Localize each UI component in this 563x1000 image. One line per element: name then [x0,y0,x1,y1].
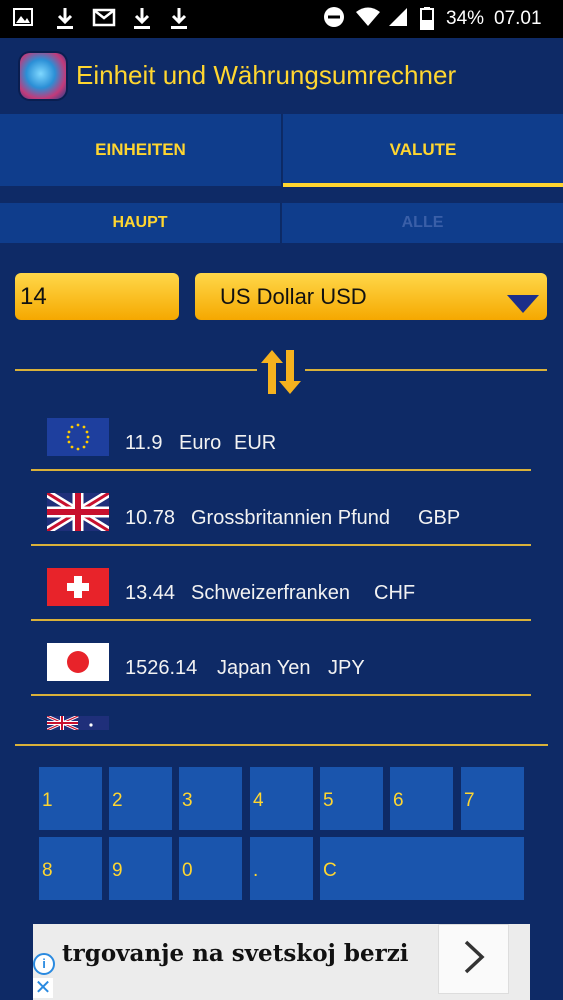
ad-close-icon[interactable]: ✕ [33,978,53,998]
app-title: Einheit und Währungsumrechner [76,60,457,90]
key-decimal[interactable]: . [250,837,313,900]
key-7[interactable]: 7 [461,767,524,830]
status-bar: 34% 07.01 [0,0,563,38]
australia-flag-icon [47,716,109,730]
list-item-jpy[interactable]: 1526.14 Japan Yen JPY [31,621,531,696]
result-currency-name: Schweizerfranken [191,582,350,604]
key-clear[interactable]: C [320,837,524,900]
result-value: 13.44 [125,582,176,604]
eu-flag-icon [47,418,109,456]
image-icon [12,6,34,34]
key-4[interactable]: 4 [250,767,313,830]
amount-input[interactable] [15,273,179,320]
key-6[interactable]: 6 [390,767,453,830]
battery-percent: 34% [446,8,485,29]
signal-icon [387,6,409,34]
key-0[interactable]: 0 [179,837,242,900]
gmail-icon [92,6,116,34]
clock: 07.01 [494,8,542,29]
currency-select-label: US Dollar USD [220,283,367,309]
wifi-icon [355,6,381,34]
tab-valute[interactable]: VALUTE [283,114,563,186]
list-item-eur[interactable]: 11.9 Euro EUR [31,396,531,471]
result-value: 10.78 [125,507,176,529]
uk-flag-icon [44,489,112,535]
download-icon [131,6,153,36]
app-logo-icon [20,53,66,99]
result-value: 1526.14 [125,657,198,679]
dropdown-arrow-icon [507,295,539,313]
divider [15,369,257,371]
battery-icon [420,6,434,36]
result-currency-code: CHF [374,582,416,604]
ad-open-button[interactable] [438,924,509,994]
download-icon [168,6,190,36]
key-9[interactable]: 9 [109,837,172,900]
do-not-disturb-icon [323,6,345,34]
swiss-flag-icon [47,568,109,606]
ad-text[interactable]: trgovanje na svetskoj berzi [62,940,409,967]
currency-select[interactable]: US Dollar USD [195,273,547,320]
chevron-right-icon [462,939,486,980]
key-3[interactable]: 3 [179,767,242,830]
row-divider [31,694,531,696]
result-currency-name: Grossbritannien Pfund [191,507,391,529]
tab-einheiten[interactable]: EINHEITEN [0,114,282,186]
divider [15,744,548,746]
subtab-haupt[interactable]: HAUPT [0,203,281,243]
download-icon [54,6,76,36]
tab-indicator [283,183,563,187]
key-1[interactable]: 1 [39,767,102,830]
list-item-gbp[interactable]: 10.78 Grossbritannien Pfund GBP [31,471,531,546]
result-value: 11.9 [125,432,163,454]
result-currency-name: Euro [179,432,222,454]
result-currency-name: Japan Yen [217,657,311,679]
ad-info-icon[interactable]: i [33,953,55,975]
swap-arrows-icon[interactable] [258,348,304,396]
result-currency-code: EUR [234,432,277,454]
divider [305,369,547,371]
key-8[interactable]: 8 [39,837,102,900]
japan-flag-icon [47,643,109,681]
subtab-alle[interactable]: ALLE [282,203,563,243]
result-currency-code: GBP [418,507,461,529]
list-item-chf[interactable]: 13.44 Schweizerfranken CHF [31,546,531,621]
key-2[interactable]: 2 [109,767,172,830]
result-currency-code: JPY [328,657,365,679]
key-5[interactable]: 5 [320,767,383,830]
